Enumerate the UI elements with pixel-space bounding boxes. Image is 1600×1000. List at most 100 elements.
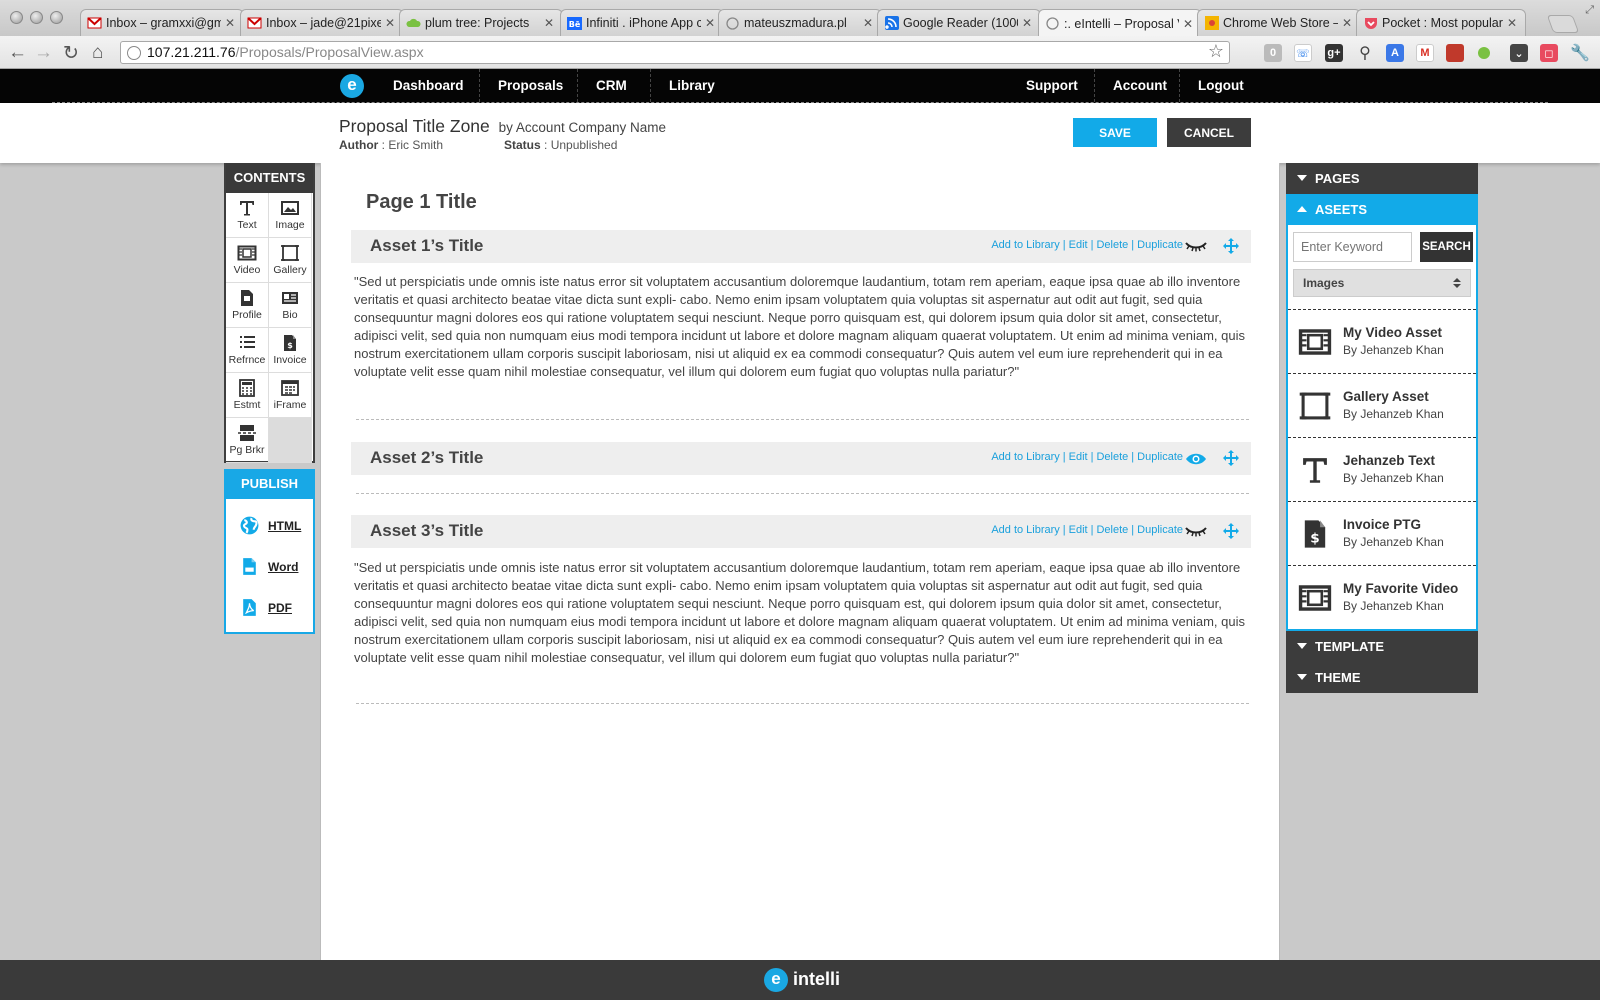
- content-tool-estmt[interactable]: Estmt: [226, 373, 269, 418]
- status-dot-icon[interactable]: [1478, 47, 1490, 59]
- browser-tab[interactable]: :. eIntelli – Proposal V ✕: [1038, 9, 1202, 37]
- search-button[interactable]: SEARCH: [1420, 232, 1473, 262]
- asset-action-duplicate-link[interactable]: Duplicate: [1137, 239, 1183, 251]
- nav-dashboard[interactable]: Dashboard: [375, 69, 482, 102]
- reload-icon[interactable]: ↻: [63, 42, 79, 65]
- new-tab-button[interactable]: [1546, 15, 1580, 33]
- window-close-button[interactable]: [10, 11, 23, 24]
- close-tab-icon[interactable]: ✕: [863, 16, 875, 30]
- eye-open-icon[interactable]: [1185, 452, 1207, 466]
- google-plus-icon[interactable]: g+: [1325, 44, 1343, 62]
- move-icon[interactable]: [1223, 238, 1239, 254]
- library-asset-item[interactable]: My Favorite Video By Jehanzeb Khan: [1288, 565, 1476, 629]
- window-minimize-button[interactable]: [30, 11, 43, 24]
- nav-logout[interactable]: Logout: [1179, 69, 1262, 102]
- forward-arrow-icon[interactable]: →: [34, 42, 53, 64]
- translate-extension-icon[interactable]: A: [1386, 44, 1404, 62]
- eye-closed-icon[interactable]: [1185, 525, 1207, 539]
- library-asset-item[interactable]: Jehanzeb Text By Jehanzeb Khan: [1288, 437, 1476, 501]
- asset-action-duplicate-link[interactable]: Duplicate: [1137, 451, 1183, 463]
- nav-library[interactable]: Library: [650, 69, 733, 102]
- bookmark-extension-icon[interactable]: [1446, 44, 1464, 62]
- asset-header[interactable]: Asset 1’s Title Add to Library | Edit | Delet…: [351, 230, 1251, 263]
- library-asset-item[interactable]: Gallery Asset By Jehanzeb Khan: [1288, 373, 1476, 437]
- save-button[interactable]: SAVE: [1073, 118, 1157, 147]
- phone-extension-icon[interactable]: ☏: [1294, 44, 1312, 62]
- asset-header[interactable]: Asset 2’s Title Add to Library | Edit | Delet…: [351, 442, 1251, 475]
- wrench-icon[interactable]: 🔧: [1570, 44, 1590, 62]
- page-title[interactable]: Page 1 Title: [366, 191, 477, 214]
- content-tool-profile[interactable]: Profile: [226, 283, 269, 328]
- browser-tab[interactable]: Inbox – jade@21pixel ✕: [240, 9, 404, 36]
- content-tool-iframe[interactable]: iFrame: [269, 373, 312, 418]
- browser-tab[interactable]: plum tree: Projects ✕: [399, 9, 563, 36]
- content-tool-text[interactable]: Text: [226, 193, 269, 238]
- gmail-extension-icon[interactable]: M: [1416, 44, 1434, 62]
- asset-body-text[interactable]: "Sed ut perspiciatis unde omnis iste nat…: [354, 559, 1254, 667]
- library-asset-item[interactable]: $ Invoice PTG By Jehanzeb Khan: [1288, 501, 1476, 565]
- asset-action-delete-link[interactable]: Delete: [1096, 524, 1128, 536]
- asset-action-delete-link[interactable]: Delete: [1096, 451, 1128, 463]
- nav-account[interactable]: Account: [1094, 69, 1185, 102]
- close-tab-icon[interactable]: ✕: [544, 16, 556, 30]
- back-arrow-icon[interactable]: ←: [8, 42, 27, 64]
- template-accordion[interactable]: TEMPLATE: [1286, 631, 1478, 662]
- keyword-input[interactable]: [1293, 232, 1412, 262]
- asset-type-select[interactable]: Images: [1293, 269, 1471, 297]
- extension-badge-icon[interactable]: 0: [1264, 44, 1282, 62]
- assets-accordion[interactable]: ASEETS: [1286, 194, 1478, 225]
- window-zoom-button[interactable]: [50, 11, 63, 24]
- app-logo-icon[interactable]: e: [340, 74, 364, 98]
- asset-header[interactable]: Asset 3’s Title Add to Library | Edit | Delet…: [351, 515, 1251, 548]
- close-tab-icon[interactable]: ✕: [1342, 16, 1354, 30]
- magnifier-extension-icon[interactable]: ⚲: [1356, 44, 1374, 62]
- close-tab-icon[interactable]: ✕: [705, 16, 717, 30]
- url-bar[interactable]: 107.21.211.76/Proposals/ProposalView.asp…: [120, 41, 1230, 64]
- asset-action-delete-link[interactable]: Delete: [1096, 239, 1128, 251]
- publish-word-button[interactable]: Word: [226, 546, 313, 587]
- eye-closed-icon[interactable]: [1185, 240, 1207, 254]
- move-icon[interactable]: [1223, 450, 1239, 466]
- browser-tab[interactable]: Pocket : Most popular ✕: [1356, 9, 1526, 36]
- browser-tab[interactable]: Inbox – gramxxi@gm ✕: [80, 9, 244, 36]
- asset-action-duplicate-link[interactable]: Duplicate: [1137, 524, 1183, 536]
- nav-proposals[interactable]: Proposals: [479, 69, 581, 102]
- asset-action-add-to-library-link[interactable]: Add to Library: [991, 524, 1059, 536]
- theme-accordion[interactable]: THEME: [1286, 662, 1478, 693]
- content-tool-invoice[interactable]: $ Invoice: [269, 328, 312, 373]
- content-tool-video[interactable]: Video: [226, 238, 269, 283]
- restore-icon[interactable]: ⤢: [1585, 4, 1594, 17]
- asset-body-text[interactable]: "Sed ut perspiciatis unde omnis iste nat…: [354, 273, 1254, 381]
- content-tool-image[interactable]: Image: [269, 193, 312, 238]
- close-tab-icon[interactable]: ✕: [225, 16, 237, 30]
- asset-action-add-to-library-link[interactable]: Add to Library: [991, 451, 1059, 463]
- pocket-save-icon[interactable]: ◻: [1540, 44, 1558, 62]
- cancel-button[interactable]: CANCEL: [1167, 118, 1251, 147]
- home-icon[interactable]: ⌂: [92, 42, 103, 64]
- asset-action-edit-link[interactable]: Edit: [1069, 524, 1088, 536]
- pocket-extension-icon[interactable]: ⌄: [1510, 44, 1528, 62]
- publish-html-button[interactable]: HTML: [226, 505, 313, 546]
- bookmark-star-icon[interactable]: ☆: [1208, 41, 1224, 62]
- content-tool-refrnce[interactable]: Refrnce: [226, 328, 269, 373]
- content-tool-bio[interactable]: Bio: [269, 283, 312, 328]
- pages-accordion[interactable]: PAGES: [1286, 163, 1478, 194]
- nav-support[interactable]: Support: [1008, 69, 1096, 102]
- browser-tab[interactable]: mateuszmadura.pl ✕: [718, 9, 882, 36]
- asset-action-edit-link[interactable]: Edit: [1069, 239, 1088, 251]
- browser-tab[interactable]: Google Reader (1000 ✕: [877, 9, 1041, 36]
- close-tab-icon[interactable]: ✕: [1507, 16, 1519, 30]
- library-asset-item[interactable]: My Video Asset By Jehanzeb Khan: [1288, 309, 1476, 373]
- content-tool-pg-brkr[interactable]: Pg Brkr: [226, 418, 269, 463]
- publish-pdf-button[interactable]: PDF: [226, 587, 313, 628]
- content-tool-gallery[interactable]: Gallery: [269, 238, 312, 283]
- browser-tab[interactable]: Chrome Web Store – g ✕: [1197, 9, 1361, 36]
- close-tab-icon[interactable]: ✕: [385, 16, 397, 30]
- browser-tab[interactable]: Bē Infiniti . iPhone App c ✕: [560, 9, 724, 36]
- close-tab-icon[interactable]: ✕: [1183, 17, 1195, 31]
- asset-action-add-to-library-link[interactable]: Add to Library: [991, 239, 1059, 251]
- move-icon[interactable]: [1223, 523, 1239, 539]
- nav-crm[interactable]: CRM: [577, 69, 645, 102]
- asset-action-edit-link[interactable]: Edit: [1069, 451, 1088, 463]
- close-tab-icon[interactable]: ✕: [1022, 16, 1034, 30]
